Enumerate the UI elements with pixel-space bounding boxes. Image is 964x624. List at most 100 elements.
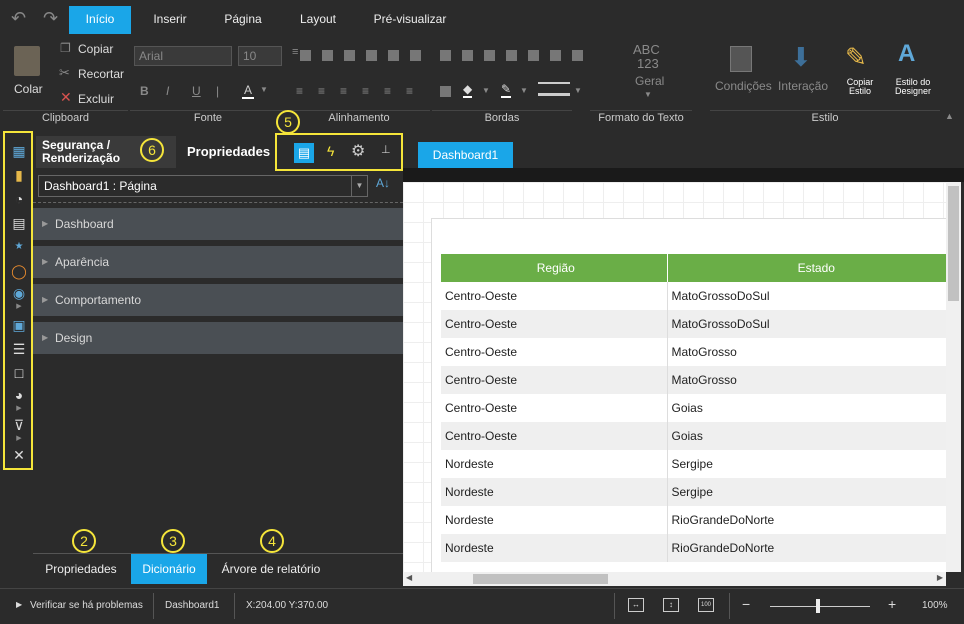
tab-pre-visualizar[interactable]: Pré-visualizar	[362, 6, 458, 34]
gear-icon[interactable]: ⚙	[351, 141, 365, 161]
bottom-tab-dicionario[interactable]: Dicionário	[131, 554, 207, 584]
bold-icon[interactable]: B	[140, 84, 149, 98]
cell-estado[interactable]: Sergipe	[667, 450, 961, 478]
font-color-icon[interactable]: A	[242, 83, 254, 99]
paste-icon[interactable]	[14, 46, 40, 76]
scrollbar-thumb[interactable]	[948, 186, 959, 301]
redo-icon[interactable]: ↷	[43, 8, 58, 29]
chevron-right-icon[interactable]: ▶	[11, 299, 27, 315]
font-size-select[interactable]: 10	[238, 46, 282, 66]
zoom-slider[interactable]	[770, 606, 870, 607]
zoom-out-icon[interactable]: −	[742, 596, 750, 612]
designer-style-button[interactable]: Estilo do Designer	[893, 78, 933, 96]
align-right-icon[interactable]	[410, 50, 421, 61]
border-all-icon[interactable]	[440, 50, 451, 61]
tools-icon[interactable]: ✕	[11, 447, 27, 463]
brush-icon[interactable]: ✎	[845, 42, 867, 73]
chevron-right-icon[interactable]: ▶	[11, 431, 27, 447]
chevron-down-icon[interactable]: ▼	[520, 86, 528, 95]
cell-regiao[interactable]: Nordeste	[441, 478, 668, 506]
indent-icon[interactable]: ≡	[406, 84, 413, 98]
cell-regiao[interactable]: Centro-Oeste	[441, 422, 668, 450]
chevron-down-icon[interactable]: ▼	[260, 85, 268, 94]
border-bottom-icon[interactable]	[506, 50, 517, 61]
align-center-icon[interactable]	[388, 50, 399, 61]
table-row[interactable]: Nordeste Sergipe	[441, 478, 961, 506]
table-row[interactable]: Nordeste RioGrandeDoNorte	[441, 506, 961, 534]
cell-estado[interactable]: MatoGrosso	[667, 366, 961, 394]
properties-icon[interactable]: ▤	[294, 143, 314, 163]
component-selector[interactable]: Dashboard1 : Página ▼	[38, 175, 368, 197]
table-row[interactable]: Centro-Oeste MatoGrossoDoSul	[441, 282, 961, 310]
bottom-tab-arvore[interactable]: Árvore de relatório	[212, 554, 330, 584]
zoom-100-icon[interactable]: 100	[698, 598, 714, 612]
table-row[interactable]: Centro-Oeste MatoGrosso	[441, 338, 961, 366]
cell-estado[interactable]: RioGrandeDoNorte	[667, 534, 961, 562]
pin-icon[interactable]: ⊥	[381, 143, 391, 156]
indicator-icon[interactable]: ★	[11, 239, 27, 255]
cell-estado[interactable]: Goias	[667, 422, 961, 450]
bottom-tab-propriedades[interactable]: Propriedades	[35, 554, 127, 584]
font-family-select[interactable]: Arial	[134, 46, 232, 66]
chart-icon[interactable]: ▮	[11, 167, 27, 183]
category-aparencia[interactable]: ▶ Aparência	[33, 246, 403, 278]
vertical-scrollbar[interactable]	[946, 182, 961, 572]
fit-width-icon[interactable]: ↔	[628, 598, 644, 612]
events-icon[interactable]: ϟ	[327, 143, 334, 159]
ribbon-collapse-icon[interactable]: ▲	[945, 111, 954, 121]
scrollbar-thumb[interactable]	[473, 574, 608, 584]
page-tab-dashboard1[interactable]: Dashboard1	[418, 142, 513, 168]
cell-regiao[interactable]: Centro-Oeste	[441, 310, 668, 338]
conditions-icon[interactable]	[730, 46, 752, 72]
chevron-down-icon[interactable]: ▼	[482, 86, 490, 95]
text-icon[interactable]: ☰	[11, 341, 27, 357]
copy-button[interactable]: Copiar	[78, 42, 113, 56]
text-justify-icon[interactable]: ≡	[362, 84, 369, 98]
format-label[interactable]: Geral	[635, 74, 664, 88]
border-style-icon[interactable]	[440, 86, 451, 97]
panel-icon[interactable]: □	[11, 365, 27, 381]
copy-style-button[interactable]: Copiar Estilo	[842, 78, 878, 96]
table-row[interactable]: Centro-Oeste Goias	[441, 394, 961, 422]
cell-regiao[interactable]: Nordeste	[441, 450, 668, 478]
sort-az-icon[interactable]: A↓	[376, 176, 390, 190]
check-issues-button[interactable]: Verificar se há problemas	[30, 600, 143, 611]
table-row[interactable]: Centro-Oeste MatoGrossoDoSul	[441, 310, 961, 338]
scroll-right-icon[interactable]: ▶	[937, 573, 943, 582]
border-none-icon[interactable]	[462, 50, 473, 61]
table-row[interactable]: Nordeste Sergipe	[441, 450, 961, 478]
tab-layout[interactable]: Layout	[287, 6, 349, 34]
tab-inserir[interactable]: Inserir	[140, 6, 200, 34]
border-right-icon[interactable]	[550, 50, 561, 61]
tab-inicio[interactable]: Início	[69, 6, 131, 34]
interaction-button[interactable]: Interação	[778, 79, 828, 93]
column-header-regiao[interactable]: Região	[441, 254, 668, 282]
cut-button[interactable]: Recortar	[78, 67, 124, 81]
align-left-icon[interactable]	[366, 50, 377, 61]
cell-regiao[interactable]: Centro-Oeste	[441, 366, 668, 394]
gauge-icon[interactable]: ◔	[11, 191, 27, 207]
tab-pagina[interactable]: Página	[212, 6, 274, 34]
wrap-icon[interactable]: ≡	[384, 84, 391, 98]
zoom-in-icon[interactable]: +	[888, 596, 896, 612]
cell-regiao[interactable]: Nordeste	[441, 506, 668, 534]
undo-icon[interactable]: ↶	[11, 8, 26, 29]
cell-regiao[interactable]: Centro-Oeste	[441, 282, 668, 310]
chevron-right-icon[interactable]: ▶	[11, 401, 27, 417]
align-middle-icon[interactable]	[322, 50, 333, 61]
data-table[interactable]: Região Estado Centro-Oeste MatoGrossoDoSu…	[441, 254, 961, 562]
cell-regiao[interactable]: Centro-Oeste	[441, 338, 668, 366]
fill-color-icon[interactable]: ◆	[463, 82, 473, 98]
border-color-icon[interactable]: ✎	[501, 82, 512, 98]
image-icon[interactable]: ▣	[11, 317, 27, 333]
text-left-icon[interactable]: ≡	[296, 84, 303, 98]
fit-height-icon[interactable]: ↕	[663, 598, 679, 612]
cell-regiao[interactable]: Nordeste	[441, 534, 668, 562]
category-design[interactable]: ▶ Design	[33, 322, 403, 354]
italic-icon[interactable]: I	[166, 84, 169, 98]
designer-style-icon[interactable]: A	[898, 40, 915, 68]
interaction-icon[interactable]: ⬇	[790, 42, 812, 73]
underline-icon[interactable]: U	[192, 84, 201, 98]
border-top-icon[interactable]	[484, 50, 495, 61]
table-row[interactable]: Centro-Oeste Goias	[441, 422, 961, 450]
